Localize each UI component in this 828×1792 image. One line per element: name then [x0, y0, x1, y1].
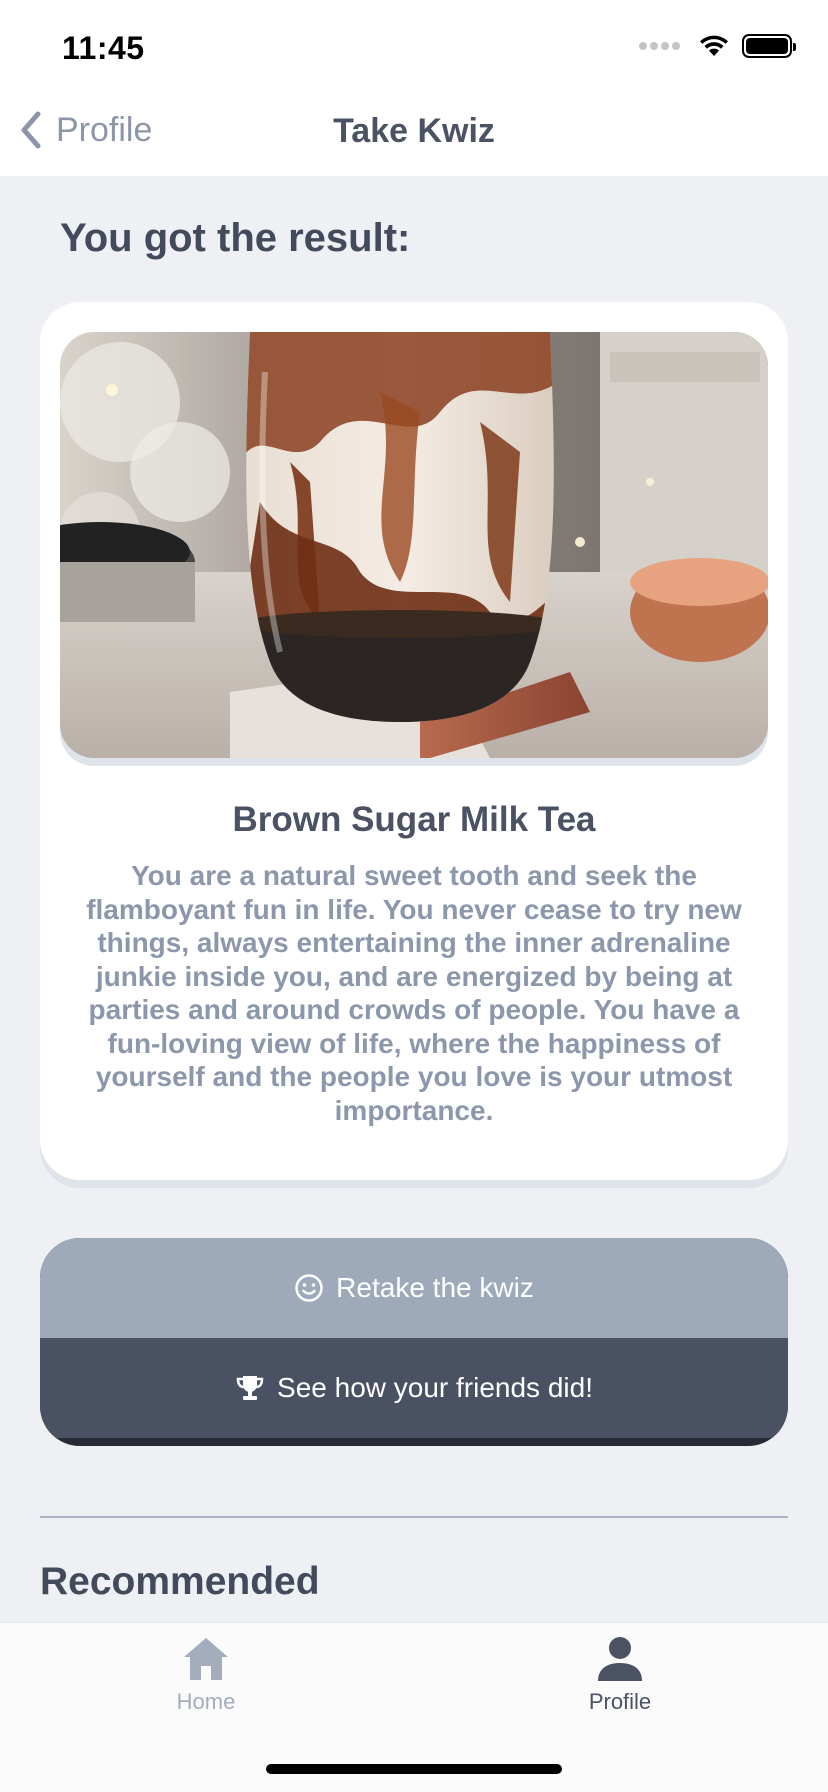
status-bar: 11:45 — [0, 0, 828, 88]
result-image — [60, 332, 768, 758]
tab-profile[interactable]: Profile — [540, 1635, 700, 1715]
home-icon — [184, 1638, 228, 1680]
divider — [40, 1516, 788, 1518]
retake-kwiz-button[interactable]: Retake the kwiz — [40, 1238, 788, 1338]
result-heading: You got the result: — [60, 216, 411, 260]
cellular-signal-icon — [639, 42, 680, 50]
tab-home[interactable]: Home — [126, 1635, 286, 1715]
wifi-icon — [700, 35, 728, 56]
result-description: You are a natural sweet tooth and seek t… — [86, 860, 742, 1126]
trophy-icon — [236, 1376, 264, 1400]
battery-icon — [742, 34, 796, 58]
navigation-bar: Profile Take Kwiz — [0, 88, 828, 176]
home-indicator[interactable] — [266, 1764, 562, 1774]
smiley-icon — [295, 1274, 323, 1302]
result-card: Brown Sugar Milk Tea You are a natural s… — [40, 302, 788, 1180]
person-icon — [598, 1637, 642, 1681]
tab-profile-label: Profile — [588, 1689, 652, 1714]
brown-sugar-milk-tea-photo — [60, 332, 768, 758]
see-friends-label: See how your friends did! — [277, 1372, 593, 1403]
recommended-heading: Recommended — [40, 1560, 320, 1603]
retake-kwiz-label: Retake the kwiz — [336, 1272, 534, 1303]
see-friends-button[interactable]: See how your friends did! — [40, 1338, 788, 1438]
tab-home-label: Home — [176, 1689, 236, 1714]
status-indicators — [639, 34, 796, 58]
status-time: 11:45 — [62, 30, 145, 66]
result-title: Brown Sugar Milk Tea — [232, 800, 596, 839]
action-button-group: Retake the kwiz See how your friends did… — [40, 1238, 788, 1446]
page-title: Take Kwiz — [333, 112, 495, 150]
